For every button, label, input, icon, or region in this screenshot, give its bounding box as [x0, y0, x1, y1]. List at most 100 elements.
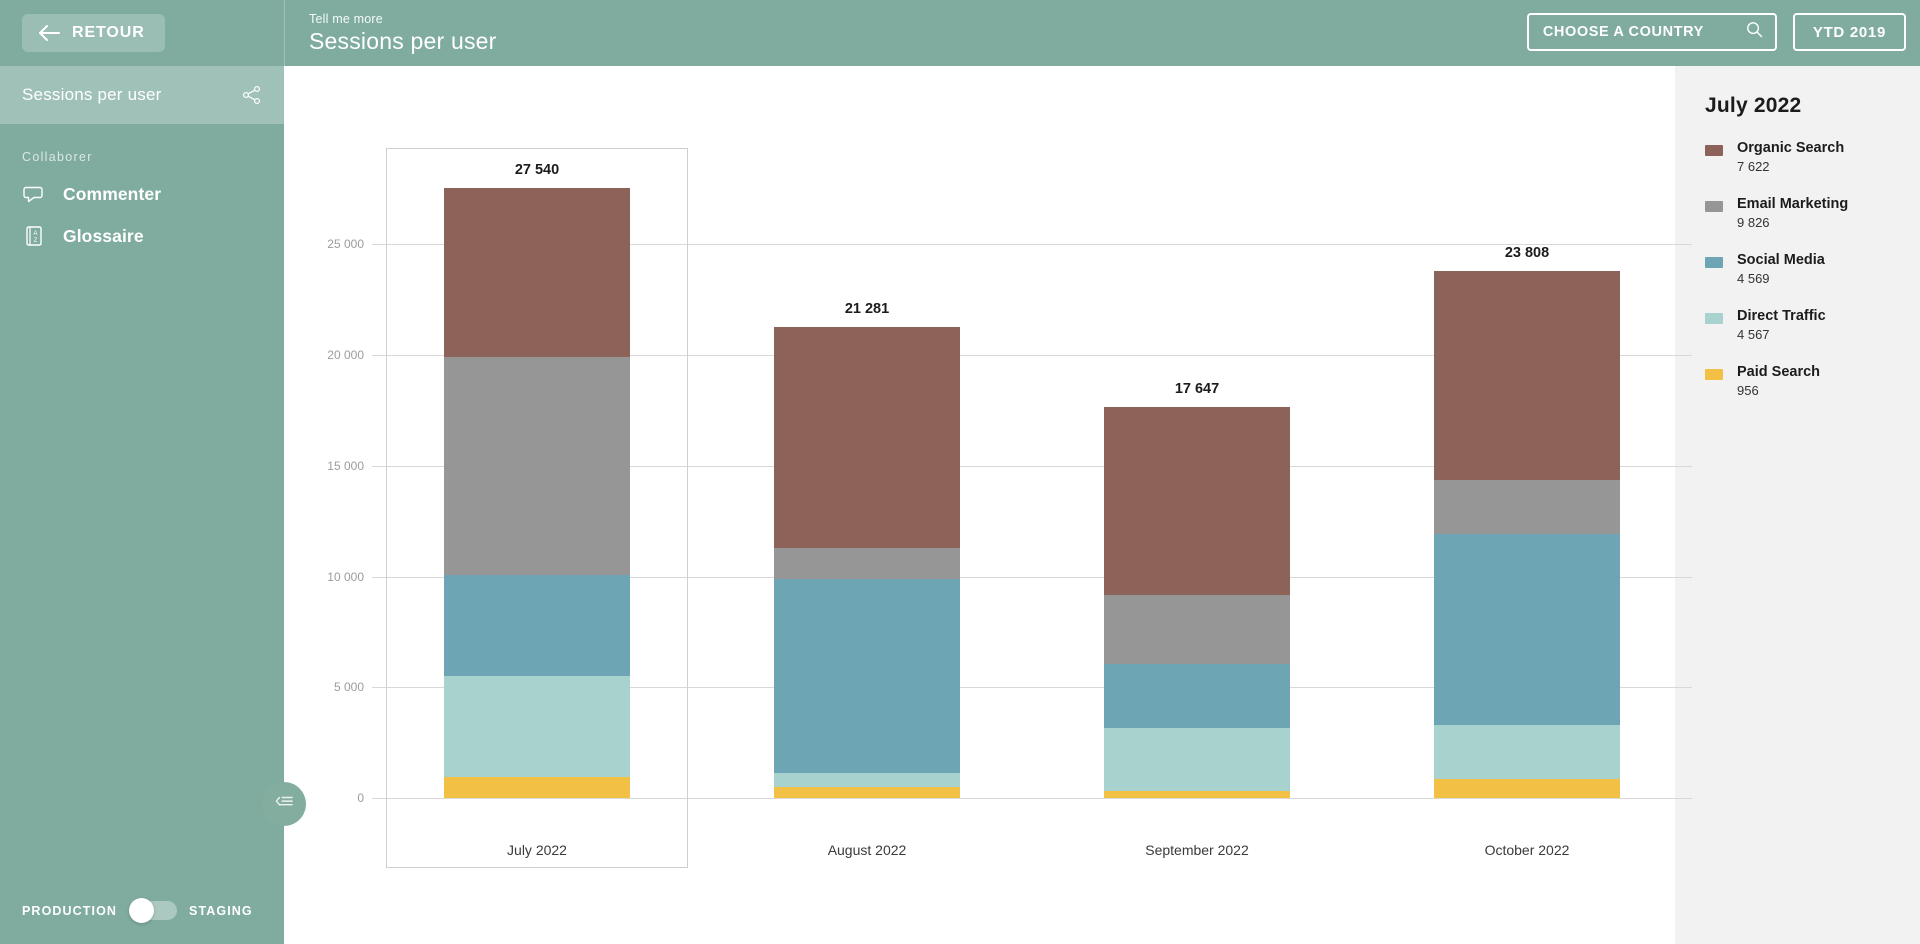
bar-segment[interactable] — [444, 188, 630, 357]
top-bar: Tell me more Sessions per user CHOOSE A … — [284, 0, 1920, 66]
environment-label-production: PRODUCTION — [22, 903, 118, 918]
bar-segment[interactable] — [1434, 270, 1620, 481]
legend-item-name: Organic Search — [1737, 140, 1845, 156]
svg-text:Z: Z — [34, 238, 38, 244]
sidebar-report-title-row[interactable]: Sessions per user — [0, 66, 284, 124]
back-button-label: RETOUR — [72, 24, 145, 41]
legend-item-value: 4 569 — [1737, 271, 1770, 286]
legend-item-name: Social Media — [1737, 252, 1825, 268]
bar-segment[interactable] — [444, 357, 630, 575]
content-area: 05 000 10 000 15 000 20 000 25 000 27 540 July… — [284, 66, 1920, 944]
bar-column[interactable] — [1434, 270, 1620, 798]
sidebar-report-title: Sessions per user — [22, 85, 162, 104]
legend-color-swatch — [1705, 369, 1723, 380]
legend-item[interactable]: Direct Traffic 4 567 — [1705, 308, 1920, 342]
legend-item-name: Paid Search — [1737, 364, 1821, 380]
back-button[interactable]: RETOUR — [22, 14, 165, 52]
legend-item[interactable]: Social Media 4 569 — [1705, 252, 1920, 286]
bar-segment[interactable] — [774, 326, 960, 549]
legend-item-name: Email Marketing — [1737, 196, 1849, 212]
legend-item-texts: Paid Search 956 — [1737, 364, 1820, 398]
sidebar-header: RETOUR — [0, 0, 284, 66]
x-axis-tick-label[interactable]: July 2022 — [444, 842, 630, 858]
sidebar-item-glossaire[interactable]: A Z Glossaire — [22, 224, 284, 248]
legend-item-value: 956 — [1737, 383, 1759, 398]
environment-label-staging: STAGING — [189, 903, 253, 918]
sidebar-section-label: Collaborer — [22, 150, 93, 164]
bar-segment[interactable] — [444, 675, 630, 777]
legend-list: Organic Search 7 622 Email Marketing 9 826 S… — [1705, 140, 1920, 398]
legend-item[interactable]: Email Marketing 9 826 — [1705, 196, 1920, 230]
legend-item-texts: Direct Traffic 4 567 — [1737, 308, 1826, 342]
bar-segment[interactable] — [774, 579, 960, 774]
chart-baseline — [372, 798, 1692, 799]
bar-segment[interactable] — [1104, 663, 1290, 728]
bar-column[interactable] — [1104, 407, 1290, 798]
bar-segment[interactable] — [444, 574, 630, 676]
legend-item[interactable]: Organic Search 7 622 — [1705, 140, 1920, 174]
bar-total-label: 23 808 — [1504, 244, 1550, 261]
environment-toggle[interactable] — [129, 898, 178, 923]
sidebar: RETOUR Sessions per user Collaborer Comm… — [0, 0, 306, 944]
environment-switcher[interactable]: PRODUCTION STAGING — [22, 898, 253, 923]
legend-item-value: 7 622 — [1737, 159, 1770, 174]
bar-segment[interactable] — [1104, 407, 1290, 596]
legend-item-texts: Social Media 4 569 — [1737, 252, 1825, 286]
legend-title: July 2022 — [1705, 94, 1802, 117]
period-button[interactable]: YTD 2019 — [1792, 13, 1906, 51]
stacked-bar-chart[interactable]: 05 000 10 000 15 000 20 000 25 000 27 540 July… — [327, 126, 1692, 886]
legend-item-value: 4 567 — [1737, 327, 1770, 342]
legend-item-name: Direct Traffic — [1737, 308, 1826, 324]
share-icon[interactable] — [242, 85, 262, 105]
legend-color-swatch — [1705, 201, 1723, 212]
bar-segment[interactable] — [444, 776, 630, 798]
country-select[interactable]: CHOOSE A COUNTRY — [1526, 13, 1777, 51]
sidebar-item-commenter-label: Commenter — [63, 183, 162, 204]
sidebar-item-glossaire-label: Glossaire — [63, 225, 144, 246]
bar-segment[interactable] — [1104, 595, 1290, 664]
sidebar-item-commenter[interactable]: Commenter — [22, 182, 284, 206]
bar-segment[interactable] — [1434, 724, 1620, 780]
search-icon[interactable] — [1746, 21, 1763, 43]
x-axis-tick-label[interactable]: September 2022 — [1104, 842, 1290, 858]
legend-color-swatch — [1705, 145, 1723, 156]
legend-item-value: 9 826 — [1737, 215, 1770, 230]
bar-segment[interactable] — [774, 548, 960, 580]
app-root: RETOUR Sessions per user Collaborer Comm… — [0, 0, 1920, 944]
legend-item-texts: Email Marketing 9 826 — [1737, 196, 1848, 230]
x-axis-tick-label[interactable]: October 2022 — [1434, 842, 1620, 858]
collapse-sidebar-button[interactable] — [262, 782, 306, 826]
y-axis-tick-label: 10 000 — [327, 569, 364, 584]
y-axis-tick-label: 25 000 — [327, 237, 364, 252]
svg-text:A: A — [33, 231, 37, 237]
top-bar-titles: Tell me more Sessions per user — [309, 12, 497, 55]
y-axis-tick-label: 20 000 — [327, 348, 364, 363]
y-axis-tick-label: 5 000 — [333, 680, 364, 695]
bar-total-label: 17 647 — [1174, 381, 1220, 398]
bar-segment[interactable] — [1104, 727, 1290, 792]
collapse-sidebar-icon — [273, 793, 295, 816]
legend-item[interactable]: Paid Search 956 — [1705, 364, 1920, 398]
top-bar-controls: CHOOSE A COUNTRY YTD 2019 — [1526, 13, 1906, 51]
main-area: Tell me more Sessions per user CHOOSE A … — [284, 0, 1920, 944]
x-axis-tick-label[interactable]: August 2022 — [774, 842, 960, 858]
bar-segment[interactable] — [1434, 480, 1620, 535]
bar-column[interactable] — [444, 188, 630, 798]
legend-color-swatch — [1705, 257, 1723, 268]
comment-bubble-icon — [22, 182, 46, 206]
tell-me-more-link[interactable]: Tell me more — [309, 12, 497, 26]
page-title: Sessions per user — [309, 27, 497, 54]
bar-column[interactable] — [774, 326, 960, 798]
bar-segment[interactable] — [774, 773, 960, 788]
chart-container: 05 000 10 000 15 000 20 000 25 000 27 540 July… — [284, 66, 1692, 944]
legend-item-texts: Organic Search 7 622 — [1737, 140, 1844, 174]
bar-total-label: 21 281 — [844, 300, 890, 317]
bar-segment[interactable] — [1104, 791, 1290, 798]
bar-segment[interactable] — [774, 787, 960, 798]
bar-total-label: 27 540 — [514, 162, 560, 179]
y-axis-tick-label: 15 000 — [327, 458, 364, 473]
bar-segment[interactable] — [1434, 534, 1620, 725]
az-dictionary-icon: A Z — [22, 224, 46, 248]
legend-color-swatch — [1705, 313, 1723, 324]
bar-segment[interactable] — [1434, 779, 1620, 798]
